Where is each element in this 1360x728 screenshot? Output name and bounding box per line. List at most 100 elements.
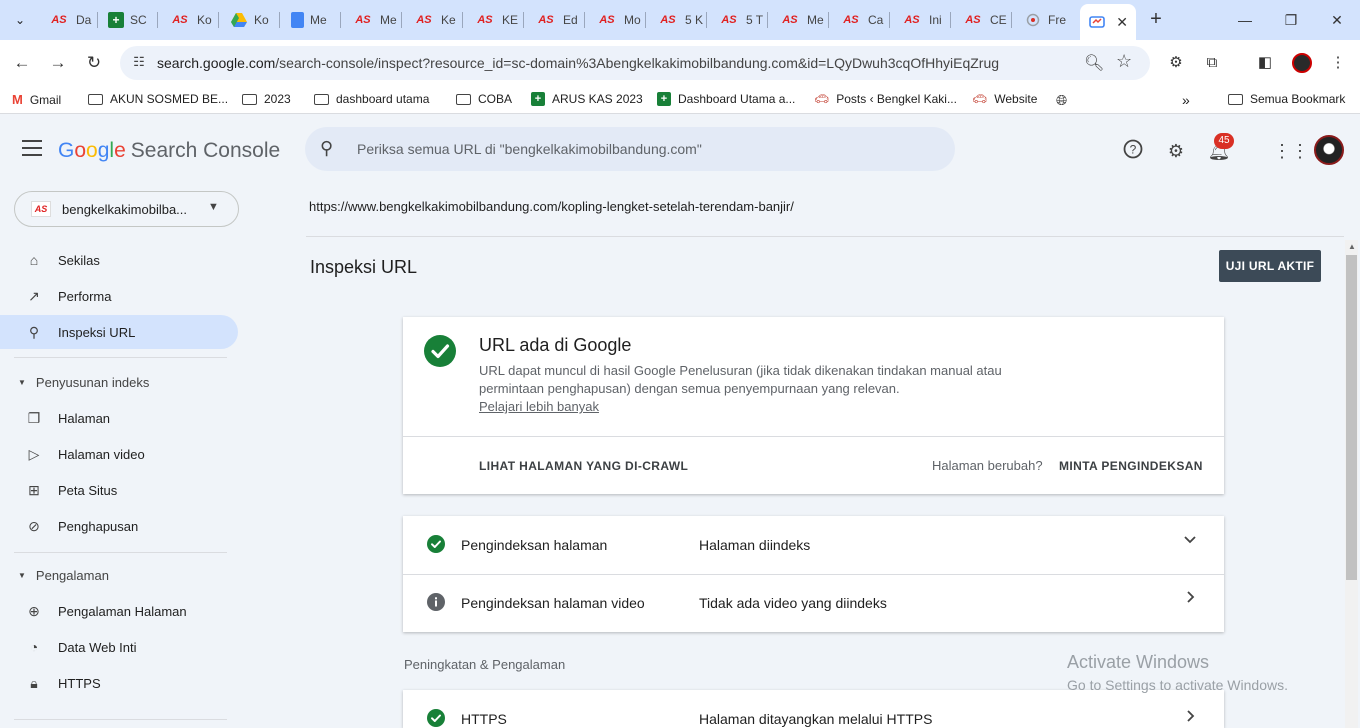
sitemap-icon: ⊞ — [28, 481, 40, 498]
nav-performance[interactable]: ↗ Performa — [0, 279, 238, 313]
side-panel-icon[interactable]: ◧ — [1254, 52, 1276, 74]
property-selector[interactable]: AS bengkelkakimobilba... ▼ — [14, 191, 239, 227]
test-live-url-button[interactable]: UJI URL AKTIF — [1219, 250, 1321, 282]
browser-tab[interactable]: Ko — [222, 6, 280, 34]
browser-tab[interactable]: AS Me — [771, 6, 829, 34]
nav-section-indexing[interactable]: ▼ Penyusunan indeks — [18, 375, 149, 390]
bookmark-folder[interactable]: 2023 — [242, 92, 291, 106]
nav-sitemaps[interactable]: ⊞ Peta Situs — [0, 473, 238, 507]
help-icon[interactable]: ? — [1121, 139, 1145, 163]
browser-tab[interactable]: Me — [283, 6, 341, 34]
page-scrollbar[interactable]: ▲ — [1345, 240, 1358, 728]
as-logo-icon: AS — [172, 14, 188, 26]
car-icon: 🚗︎ — [814, 92, 830, 106]
new-tab-plus-icon[interactable]: + — [1144, 8, 1168, 32]
search-input[interactable]: Periksa semua URL di "bengkelkakimobilba… — [357, 141, 702, 157]
bookmarks-overflow-icon[interactable]: » — [1182, 92, 1190, 108]
bookmark-folder[interactable]: COBA — [456, 92, 512, 106]
search-icon: ⚲ — [320, 138, 334, 158]
close-window-icon[interactable]: ✕ — [1322, 8, 1352, 32]
nav-removals[interactable]: ⊘ Penghapusan — [0, 509, 238, 543]
video-indexing-row[interactable]: Pengindeksan halaman video Tidak ada vid… — [403, 574, 1224, 632]
browser-tab[interactable]: AS Me — [344, 6, 402, 34]
browser-tab[interactable]: AS 5 T — [710, 6, 768, 34]
more-menu-icon[interactable]: ⋮ — [1327, 52, 1349, 74]
browser-tab[interactable]: AS CE — [954, 6, 1012, 34]
gmail-icon: M — [12, 92, 23, 107]
user-settings-icon[interactable]: ⚙ — [1164, 139, 1188, 163]
address-bar[interactable]: ☷ search.google.com/search-console/inspe… — [120, 46, 1150, 80]
bookmark-posts[interactable]: 🚗︎ Posts ‹ Bengkel Kaki... — [814, 92, 957, 106]
bookmark-globe[interactable]: 🌐︎ — [1056, 92, 1074, 109]
browser-tab[interactable]: AS Ke — [405, 6, 463, 34]
inspect-url-search[interactable]: ⚲ Periksa semua URL di "bengkelkakimobil… — [305, 127, 955, 171]
chevron-right-icon[interactable] — [1183, 590, 1197, 609]
bookmark-sheet[interactable]: + ARUS KAS 2023 — [531, 92, 643, 106]
forward-arrow-icon[interactable]: → — [45, 50, 71, 76]
browser-tab[interactable]: Fre — [1016, 6, 1074, 34]
browser-tab[interactable]: AS Ca — [832, 6, 890, 34]
dropdown-caret-icon: ▼ — [208, 201, 219, 213]
extensions-puzzle-icon[interactable]: ⧉ — [1201, 52, 1223, 74]
as-logo-icon: AS — [538, 14, 554, 26]
video-page-icon: ▷ — [28, 445, 40, 462]
scroll-up-arrow-icon[interactable]: ▲ — [1348, 242, 1356, 251]
all-bookmarks[interactable]: Semua Bookmark — [1228, 92, 1345, 106]
main-menu-icon[interactable] — [22, 140, 42, 156]
loading-icon — [1024, 12, 1042, 28]
request-indexing-button[interactable]: MINTA PENGINDEKSAN — [1059, 459, 1203, 473]
bookmark-star-icon[interactable]: ☆ — [1116, 51, 1132, 72]
chevron-right-icon[interactable] — [1183, 709, 1197, 728]
browser-tab[interactable]: AS 5 K — [649, 6, 707, 34]
address-url[interactable]: search.google.com/search-console/inspect… — [157, 55, 999, 71]
nav-section-experience[interactable]: ▼ Pengalaman — [18, 568, 109, 583]
drive-icon — [230, 12, 248, 28]
profile-avatar[interactable] — [1292, 53, 1312, 73]
nav-pages[interactable]: ❐ Halaman — [0, 401, 238, 435]
nav-https[interactable]: 🔒︎ HTTPS — [0, 666, 238, 700]
nav-core-web-vitals[interactable]: ◔ Data Web Inti — [0, 630, 238, 664]
browser-tab[interactable]: AS Mo — [588, 6, 646, 34]
bookmark-website[interactable]: 🚗︎ Website — [972, 92, 1037, 106]
browser-tab[interactable]: AS Ini — [893, 6, 951, 34]
nav-video-pages[interactable]: ▷ Halaman video — [0, 437, 238, 471]
sheets-icon: + — [531, 92, 545, 106]
browser-tab[interactable]: AS Ed — [527, 6, 585, 34]
browser-tab[interactable]: AS Ko — [161, 6, 219, 34]
extension-gear-icon[interactable]: ⚙ — [1165, 52, 1187, 74]
bookmark-gmail[interactable]: M Gmail — [12, 92, 61, 107]
bookmark-sheet[interactable]: + Dashboard Utama a... — [657, 92, 795, 106]
nav-url-inspection[interactable]: ⚲ Inspeksi URL — [0, 315, 238, 349]
back-arrow-icon[interactable]: ← — [9, 50, 35, 76]
as-logo-icon: AS — [660, 14, 676, 26]
page-changed-label: Halaman berubah? — [932, 458, 1043, 473]
site-settings-icon[interactable]: ☷ — [130, 54, 148, 72]
tab-close-icon[interactable]: ✕ — [1116, 14, 1128, 31]
scrollbar-thumb[interactable] — [1346, 255, 1357, 580]
restore-window-icon[interactable]: ❐ — [1276, 8, 1306, 32]
apps-grid-icon[interactable]: ⋮⋮ — [1273, 139, 1309, 163]
folder-icon — [242, 93, 257, 105]
browser-tab[interactable]: + SC — [100, 6, 158, 34]
chevron-down-icon[interactable] — [1183, 532, 1197, 551]
nav-overview[interactable]: ⌂ Sekilas — [0, 243, 238, 277]
account-avatar[interactable] — [1314, 135, 1344, 165]
browser-tab[interactable]: AS KE — [466, 6, 524, 34]
page-indexing-row[interactable]: Pengindeksan halaman Halaman diindeks — [403, 516, 1224, 574]
browser-tab-active[interactable]: ✕ — [1080, 4, 1136, 40]
indexing-details-card: Pengindeksan halaman Halaman diindeks Pe… — [403, 516, 1224, 632]
search-icon[interactable]: 🔍︎ — [1084, 53, 1104, 73]
reload-icon[interactable]: ↻ — [81, 50, 107, 76]
url-status-card: URL ada di Google URL dapat muncul di ha… — [403, 317, 1224, 494]
as-logo-icon: AS — [965, 14, 981, 26]
browser-tab[interactable]: AS Da — [40, 6, 98, 34]
minimize-icon[interactable]: — — [1230, 8, 1260, 32]
bookmark-folder[interactable]: dashboard utama — [314, 92, 429, 106]
https-row[interactable]: HTTPS Halaman ditayangkan melalui HTTPS — [403, 690, 1224, 728]
search-console-logo[interactable]: Google Search Console — [58, 139, 280, 163]
nav-page-experience[interactable]: ⊕ Pengalaman Halaman — [0, 594, 238, 628]
view-crawled-page-button[interactable]: LIHAT HALAMAN YANG DI-CRAWL — [479, 459, 688, 473]
learn-more-link[interactable]: Pelajari lebih banyak — [479, 399, 599, 414]
tab-search-chevron-icon[interactable]: ⌄ — [6, 8, 34, 32]
bookmark-folder[interactable]: AKUN SOSMED BE... — [88, 92, 228, 106]
